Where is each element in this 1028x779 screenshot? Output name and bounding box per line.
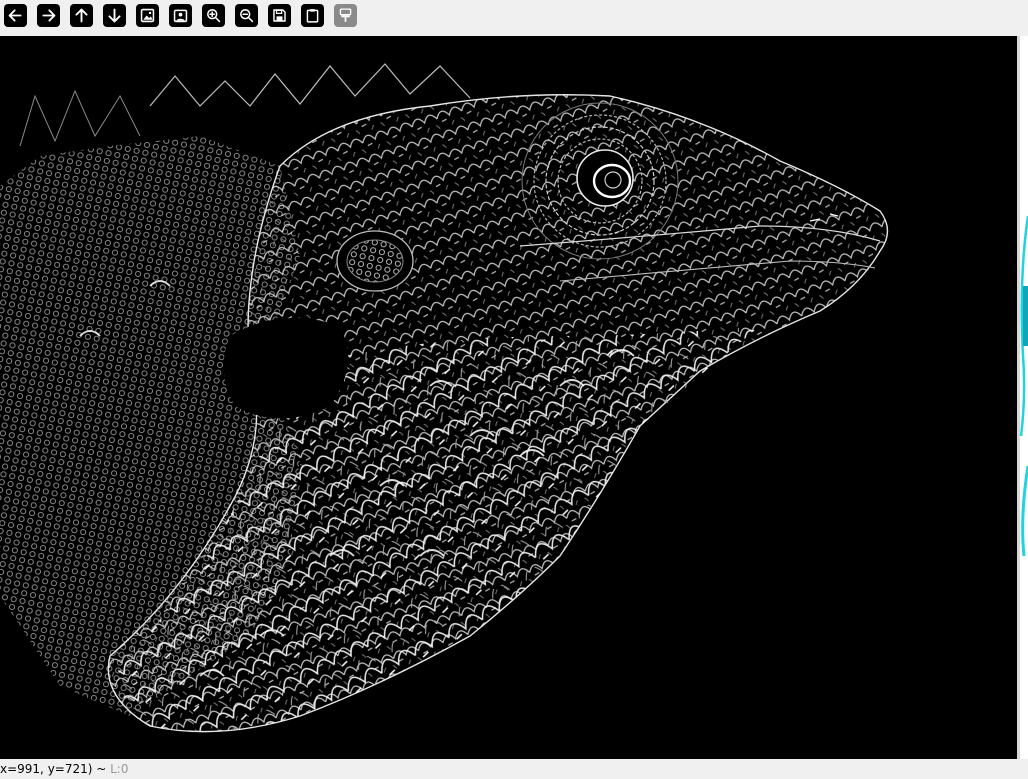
forward-button[interactable] <box>37 4 60 27</box>
up-button[interactable] <box>70 4 93 27</box>
zoom-out-icon <box>240 9 254 23</box>
arrow-right-icon <box>42 9 56 22</box>
image-settings-button[interactable] <box>169 4 192 27</box>
image-settings-icon <box>173 9 188 23</box>
arrow-down-icon <box>108 8 121 23</box>
save-button[interactable] <box>268 4 291 27</box>
arrow-up-icon <box>75 8 88 23</box>
toolbar <box>0 0 1028 33</box>
back-button[interactable] <box>4 4 27 27</box>
layer-indicator: L:0 <box>110 762 129 776</box>
side-panel-edge <box>1017 36 1028 759</box>
cursor-coordinates: x=991, y=721) ~ <box>0 762 111 776</box>
lizard-edge-filter-image <box>0 63 889 733</box>
clipboard-button[interactable] <box>301 4 324 27</box>
brush-button[interactable] <box>334 4 357 27</box>
floppy-disk-icon <box>273 9 286 22</box>
zoom-in-button[interactable] <box>202 4 225 27</box>
image-button[interactable] <box>136 4 159 27</box>
arrow-left-icon <box>8 9 22 22</box>
zoom-in-icon <box>207 9 221 23</box>
paint-brush-icon <box>339 8 352 22</box>
zoom-out-button[interactable] <box>235 4 258 27</box>
status-bar: x=991, y=721) ~ L:0 <box>0 759 1028 779</box>
image-icon <box>140 8 155 23</box>
side-preview-fragment <box>1019 215 1028 557</box>
image-viewport[interactable] <box>0 36 1017 759</box>
clipboard-icon <box>306 9 319 23</box>
down-button[interactable] <box>103 4 126 27</box>
tympanum <box>336 230 414 292</box>
